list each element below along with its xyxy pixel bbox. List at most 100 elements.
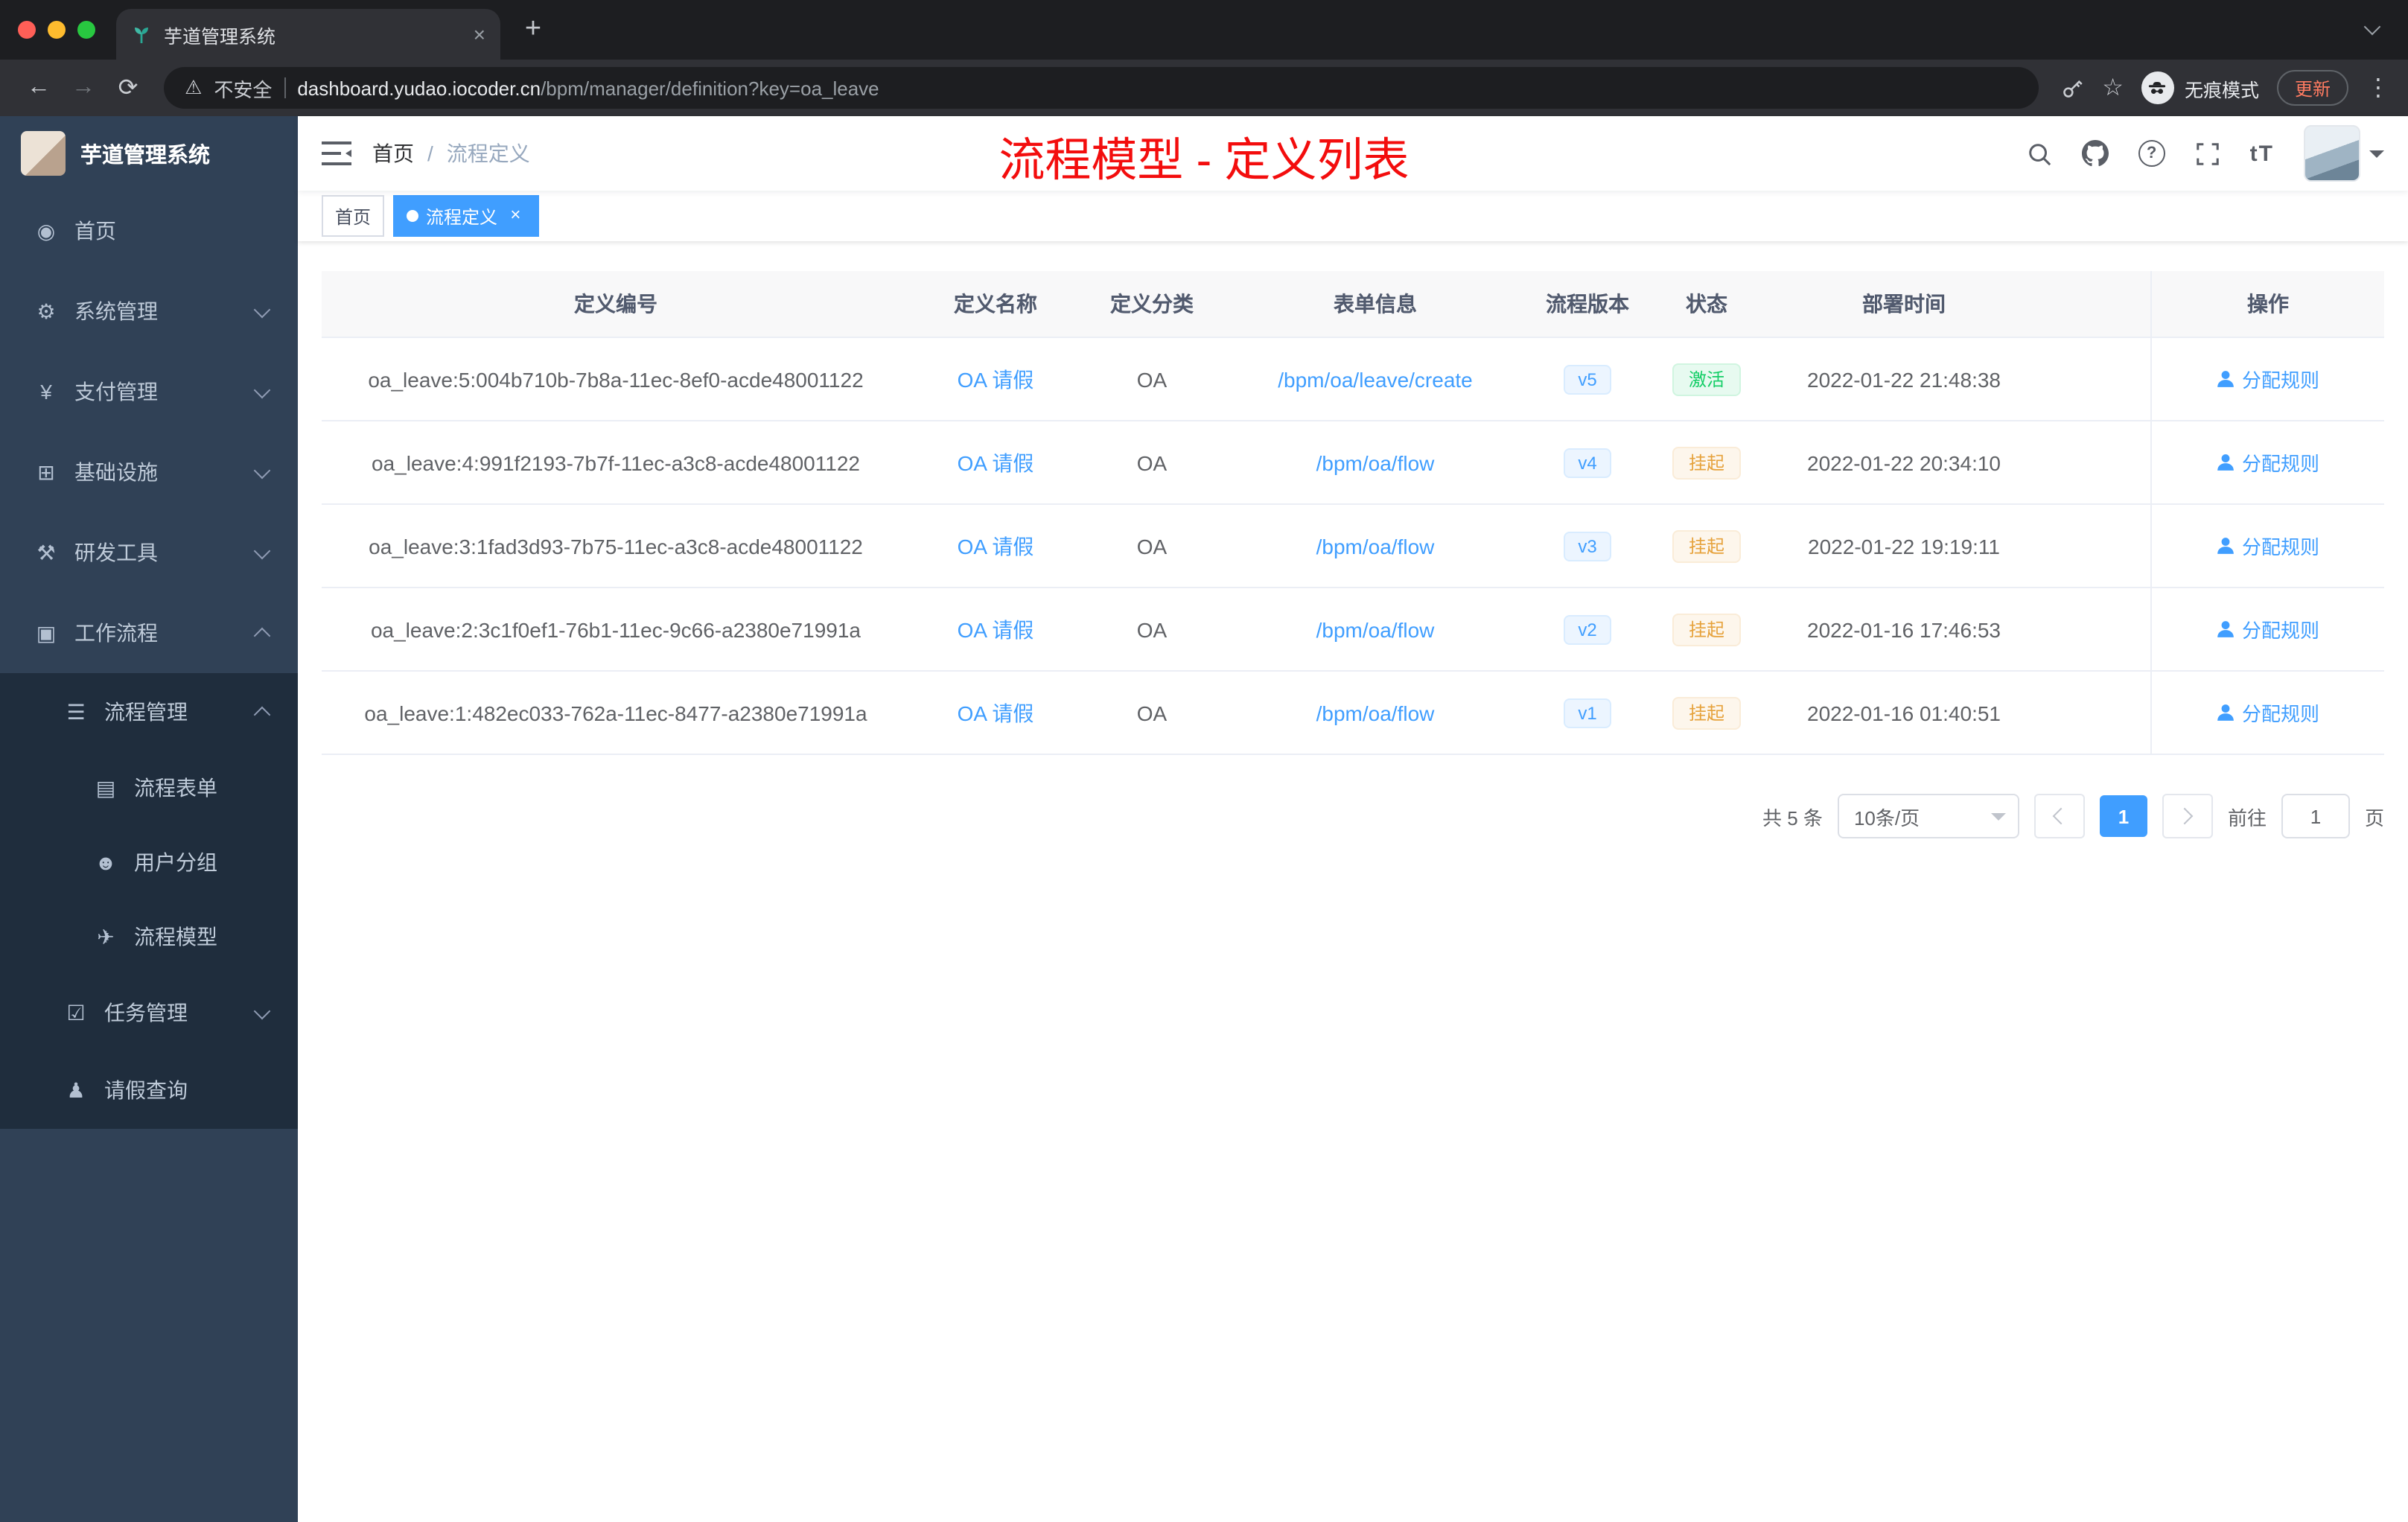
row-spacer [2042,588,2150,670]
security-warning-icon[interactable] [185,76,202,100]
version-tag: v4 [1563,448,1612,477]
header-definition-category: 定义分类 [1110,292,1194,316]
next-page-button[interactable] [2162,794,2213,838]
menu-label: 流程管理 [104,700,188,724]
status-tag: 激活 [1672,363,1741,395]
deploy-time: 2022-01-22 21:48:38 [1807,367,2001,391]
prev-page-button[interactable] [2033,794,2085,838]
assign-rule-link[interactable]: 分配规则 [2217,698,2319,727]
deploy-time: 2022-01-16 17:46:53 [1807,617,2001,641]
tab-search-chevron-icon[interactable] [2363,18,2381,36]
menu-label: 用户分组 [134,850,217,874]
sidebar-item[interactable]: 用户分组 [0,825,298,899]
current-page-button[interactable]: 1 [2099,795,2147,837]
new-tab-button[interactable] [512,9,554,51]
fullscreen-icon[interactable] [2195,141,2220,166]
tag-close-icon[interactable] [505,206,526,226]
menu-icon [60,1077,92,1103]
definition-name-link[interactable]: OA 请假 [958,531,1034,561]
assign-rule-link[interactable]: 分配规则 [2217,365,2319,393]
table-header: 定义编号 定义名称 定义分类 表单信息 流程版本 状态 部署时间 操作 [322,271,2384,338]
content-area: 首页 / 流程定义 ? tT 首页 流程定义 × 定义编号 定义名称 定义分类 … [298,116,2408,1522]
sidebar-fold-icon[interactable] [322,141,351,165]
table-row: oa_leave:1:482ec033-762a-11ec-8477-a2380… [322,672,2384,755]
browser-menu-icon[interactable] [2366,73,2390,103]
definition-id: oa_leave:3:1fad3d93-7b75-11ec-a3c8-acde4… [369,534,863,558]
definition-category: OA [1136,450,1168,474]
page-size-select[interactable]: 10条/页 [1837,794,2019,838]
header-status: 状态 [1686,292,1727,316]
tag-label: 首页 [335,206,372,227]
definition-category: OA [1136,617,1168,641]
minimize-window-button[interactable] [48,21,66,39]
total-count: 共 5 条 [1762,806,1823,829]
definition-name-link[interactable]: OA 请假 [958,614,1034,644]
deploy-time: 2022-01-22 20:34:10 [1807,450,2001,474]
close-window-button[interactable] [18,21,36,39]
sidebar-item[interactable]: 流程管理 [0,673,298,751]
main-panel: 定义编号 定义名称 定义分类 表单信息 流程版本 状态 部署时间 操作 oa_l… [298,241,2408,1522]
breadcrumb-home[interactable]: 首页 [372,138,414,168]
forward-button[interactable] [63,67,104,109]
bookmark-star-icon[interactable] [2102,73,2124,103]
browser-tab[interactable]: 芋道管理系统 [116,9,500,60]
tag[interactable]: 流程定义 [393,195,540,237]
user-avatar-menu[interactable] [2304,125,2384,182]
sidebar-item[interactable]: 系统管理 [0,271,298,351]
menu-icon [30,380,63,404]
incognito-badge: 无痕模式 [2141,71,2259,104]
form-info-link[interactable]: /bpm/oa/flow [1316,701,1435,725]
page-size-value: 10条/页 [1853,806,1920,829]
form-info-link[interactable]: /bpm/oa/flow [1316,450,1435,474]
form-info-link[interactable]: /bpm/oa/flow [1316,617,1435,641]
address-divider [284,77,286,98]
assign-rule-link[interactable]: 分配规则 [2217,615,2319,643]
sidebar-item[interactable]: 任务管理 [0,974,298,1051]
definition-id: oa_leave:4:991f2193-7b7f-11ec-a3c8-acde4… [372,450,860,474]
sidebar-item[interactable]: 基础设施 [0,432,298,512]
tag[interactable]: 首页 [322,195,385,237]
goto-page-input[interactable] [2281,794,2350,838]
breadcrumb-separator: / [427,141,433,165]
zoom-window-button[interactable] [77,21,95,39]
tab-close-icon[interactable] [474,22,485,46]
menu-icon [89,924,122,949]
definition-id: oa_leave:5:004b710b-7b8a-11ec-8ef0-acde4… [368,367,864,391]
help-icon[interactable] [2138,140,2165,167]
definition-name-link[interactable]: OA 请假 [958,698,1034,727]
sidebar-item[interactable]: 研发工具 [0,512,298,593]
tab-title: 芋道管理系统 [164,26,276,47]
address-bar[interactable]: 不安全 dashboard.yudao.iocoder.cn/bpm/manag… [164,67,2039,109]
github-icon[interactable] [2081,140,2109,167]
assign-rule-link[interactable]: 分配规则 [2217,448,2319,477]
back-button[interactable] [18,67,60,109]
sidebar-logo[interactable]: 芋道管理系统 [0,116,298,191]
assign-rule-label: 分配规则 [2241,536,2319,558]
definition-name-link[interactable]: OA 请假 [958,448,1034,477]
sidebar-item[interactable]: 工作流程 [0,593,298,673]
form-info-link[interactable]: /bpm/oa/leave/create [1278,367,1473,391]
sidebar-item[interactable]: 支付管理 [0,351,298,432]
table-row: oa_leave:3:1fad3d93-7b75-11ec-a3c8-acde4… [322,505,2384,588]
search-icon[interactable] [2027,141,2052,166]
password-key-icon[interactable] [2059,75,2084,101]
sidebar-item[interactable]: 流程模型 [0,899,298,974]
definition-table: 定义编号 定义名称 定义分类 表单信息 流程版本 状态 部署时间 操作 oa_l… [322,271,2384,755]
sidebar-item[interactable]: 流程表单 [0,751,298,825]
version-tag: v5 [1563,364,1612,394]
definition-id: oa_leave:1:482ec033-762a-11ec-8477-a2380… [364,701,867,725]
header-actions: 操作 [2150,271,2384,337]
font-size-icon[interactable] [2250,141,2274,166]
form-info-link[interactable]: /bpm/oa/flow [1316,534,1435,558]
update-button[interactable]: 更新 [2276,70,2348,106]
person-icon [2218,538,2235,554]
sidebar-item[interactable]: 首页 [0,191,298,271]
tag-label: 流程定义 [426,206,498,227]
traffic-lights [18,21,95,39]
sidebar-item[interactable]: 请假查询 [0,1051,298,1129]
header-spacer [2042,271,2150,337]
url-path: /bpm/manager/definition?key=oa_leave [541,77,879,99]
definition-name-link[interactable]: OA 请假 [958,364,1034,394]
reload-button[interactable] [107,67,149,109]
assign-rule-link[interactable]: 分配规则 [2217,532,2319,560]
